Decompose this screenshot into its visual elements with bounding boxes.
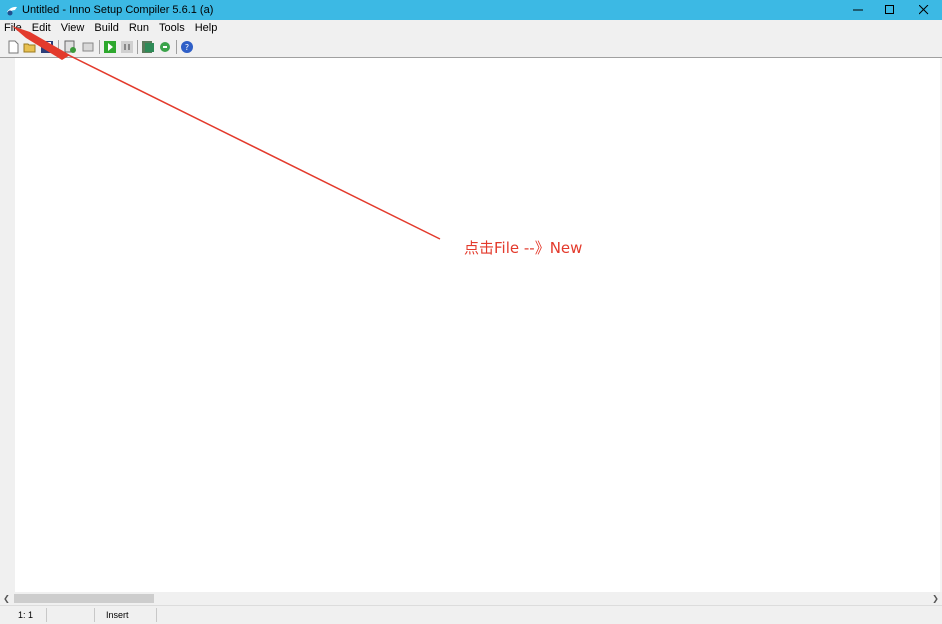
menu-build[interactable]: Build: [89, 20, 123, 37]
uninstall-button[interactable]: [157, 39, 173, 55]
compile-button[interactable]: [62, 39, 78, 55]
menu-view[interactable]: View: [56, 20, 90, 37]
open-folder-icon: [23, 43, 36, 53]
help-icon: ?: [181, 41, 193, 53]
toolbar-separator: [99, 40, 100, 54]
maximize-button[interactable]: [874, 0, 906, 20]
target-setup-button[interactable]: [140, 39, 156, 55]
pause-icon: [121, 41, 133, 53]
scroll-left-icon[interactable]: ❮: [0, 592, 13, 605]
annotation-label: 点击File --》New: [464, 239, 583, 257]
toolbar: ?: [0, 37, 942, 58]
close-button[interactable]: [908, 0, 940, 20]
script-editor[interactable]: [0, 58, 942, 592]
stop-compile-button[interactable]: [80, 39, 96, 55]
status-bar: 1: 1 Insert: [0, 605, 942, 624]
open-button[interactable]: [22, 39, 38, 55]
horizontal-scrollbar[interactable]: ❮ ❯: [0, 592, 942, 605]
save-button[interactable]: [39, 39, 55, 55]
menu-edit[interactable]: Edit: [27, 20, 56, 37]
status-modified: [47, 608, 95, 622]
title-bar: Untitled - Inno Setup Compiler 5.6.1 (a): [0, 0, 942, 20]
inno-setup-app-icon: [7, 6, 17, 16]
target-setup-icon: [142, 41, 154, 53]
toolbar-separator: [137, 40, 138, 54]
menu-file[interactable]: File: [0, 20, 27, 37]
svg-text:?: ?: [185, 43, 189, 52]
stop-compile-icon: [82, 42, 94, 52]
minimize-button[interactable]: [842, 0, 874, 20]
menu-bar: File Edit View Build Run Tools Help: [0, 20, 942, 37]
minimize-icon: [853, 9, 863, 11]
compile-icon: [64, 40, 76, 53]
scroll-right-icon[interactable]: ❯: [929, 592, 942, 605]
uninstall-icon: [160, 42, 170, 52]
line-gutter: [0, 58, 15, 592]
save-icon: [41, 41, 53, 53]
pause-button[interactable]: [119, 39, 135, 55]
new-file-icon: [8, 40, 19, 54]
insert-mode: Insert: [106, 608, 157, 622]
maximize-icon: [885, 5, 894, 14]
scrollbar-thumb[interactable]: [14, 594, 154, 603]
menu-tools[interactable]: Tools: [154, 20, 190, 37]
toolbar-separator: [58, 40, 59, 54]
toolbar-separator: [176, 40, 177, 54]
help-button[interactable]: ?: [179, 39, 195, 55]
cursor-position: 1: 1: [18, 608, 47, 622]
run-button[interactable]: [102, 39, 118, 55]
run-icon: [104, 41, 116, 53]
new-button[interactable]: [5, 39, 21, 55]
menu-help[interactable]: Help: [190, 20, 223, 37]
window-title: Untitled - Inno Setup Compiler 5.6.1 (a): [22, 4, 214, 16]
menu-run[interactable]: Run: [124, 20, 154, 37]
close-icon: [919, 5, 929, 15]
